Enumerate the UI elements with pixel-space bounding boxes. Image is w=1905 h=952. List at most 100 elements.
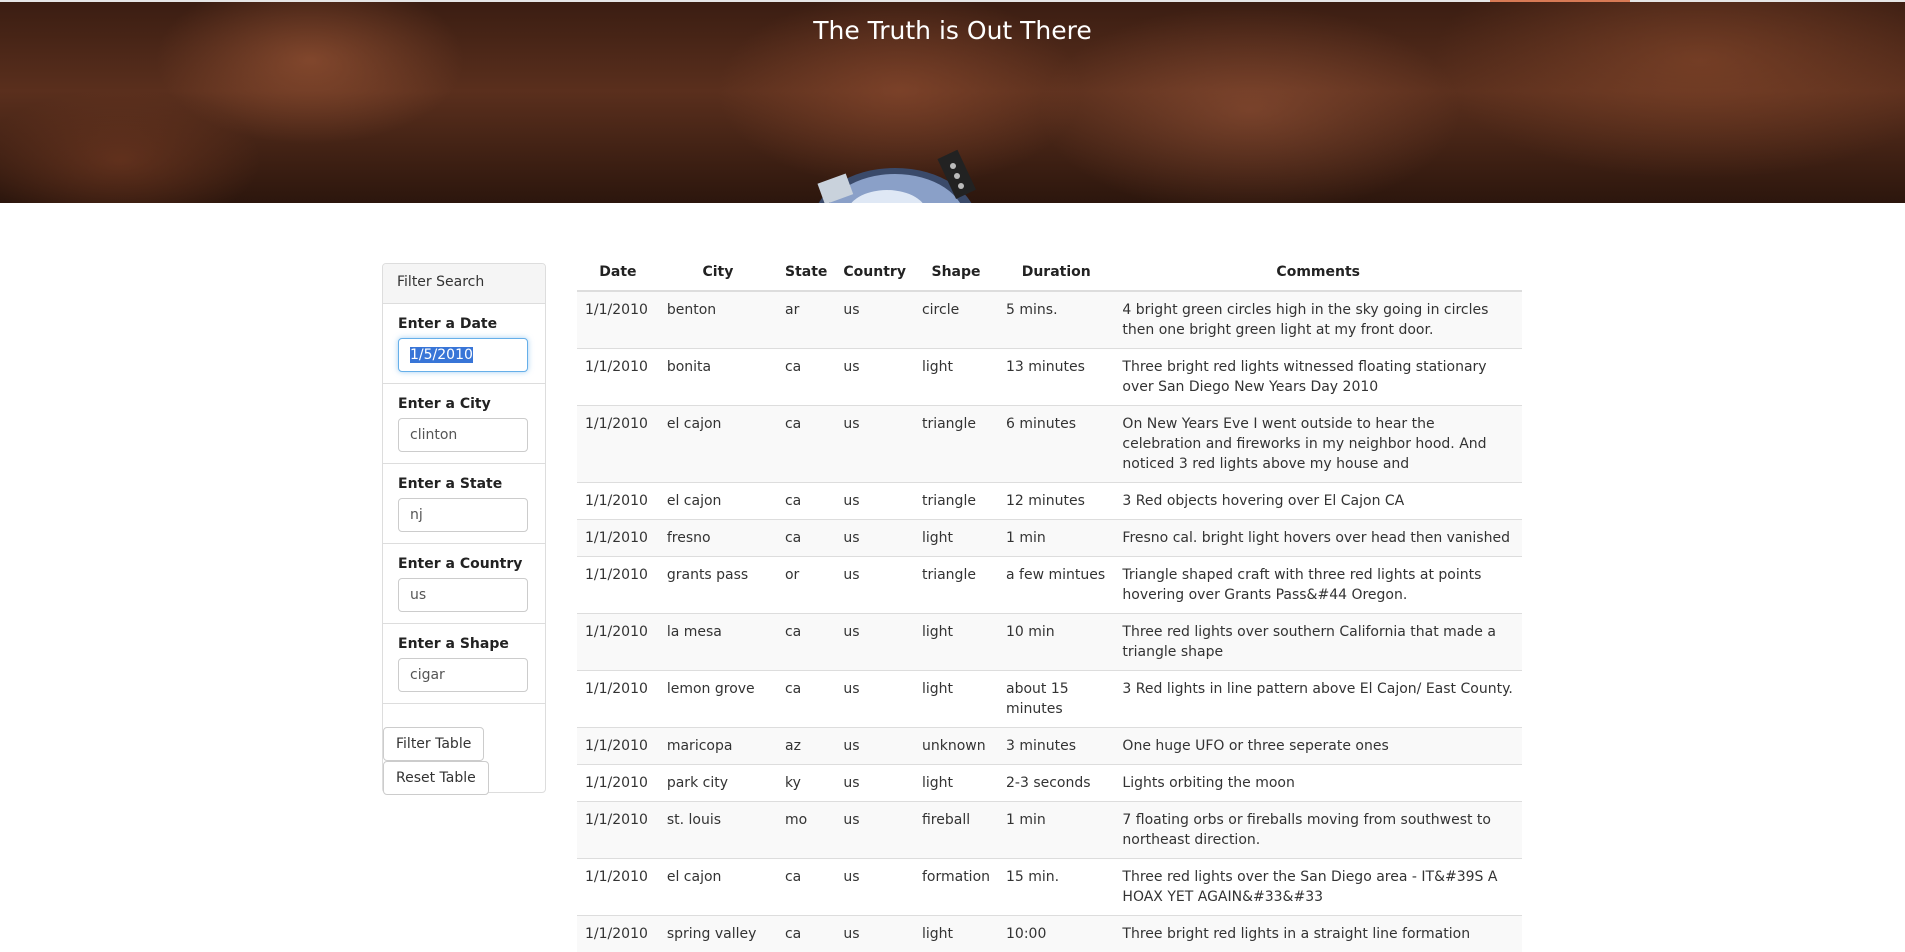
date-label: Enter a Date bbox=[398, 316, 530, 332]
filter-group-shape: Enter a Shape cigar bbox=[383, 624, 545, 704]
table-row: 1/1/2010el cajoncaustriangle12 minutes3 … bbox=[577, 483, 1522, 520]
cell-duration: 10 min bbox=[998, 614, 1114, 671]
cell-shape: light bbox=[914, 520, 998, 557]
cell-date: 1/1/2010 bbox=[577, 483, 659, 520]
cell-comments: Three red lights over the San Diego area… bbox=[1114, 859, 1522, 916]
cell-comments: 3 Red objects hovering over El Cajon CA bbox=[1114, 483, 1522, 520]
cell-city: benton bbox=[659, 291, 777, 349]
cell-duration: a few mintues bbox=[998, 557, 1114, 614]
cell-city: park city bbox=[659, 765, 777, 802]
table-row: 1/1/2010fresnocauslight1 minFresno cal. … bbox=[577, 520, 1522, 557]
cell-state: or bbox=[777, 557, 835, 614]
cell-duration: 2-3 seconds bbox=[998, 765, 1114, 802]
cell-city: fresno bbox=[659, 520, 777, 557]
country-input-placeholder: us bbox=[410, 585, 516, 605]
filter-panel-heading: Filter Search bbox=[383, 264, 545, 304]
cell-date: 1/1/2010 bbox=[577, 291, 659, 349]
cell-date: 1/1/2010 bbox=[577, 406, 659, 483]
cell-state: ca bbox=[777, 614, 835, 671]
date-input-value: 1/5/2010 bbox=[410, 347, 473, 363]
cell-date: 1/1/2010 bbox=[577, 765, 659, 802]
cell-country: us bbox=[835, 520, 914, 557]
cell-date: 1/1/2010 bbox=[577, 802, 659, 859]
cell-city: st. louis bbox=[659, 802, 777, 859]
cell-state: ca bbox=[777, 859, 835, 916]
cell-comments: One huge UFO or three seperate ones bbox=[1114, 728, 1522, 765]
table-row: 1/1/2010bentonaruscircle5 mins.4 bright … bbox=[577, 291, 1522, 349]
ufo-table: Date City State Country Shape Duration C… bbox=[577, 262, 1522, 952]
country-input[interactable]: us bbox=[398, 578, 528, 612]
cell-comments: 3 Red lights in line pattern above El Ca… bbox=[1114, 671, 1522, 728]
cell-country: us bbox=[835, 916, 914, 952]
city-input-placeholder: clinton bbox=[410, 425, 516, 445]
cell-country: us bbox=[835, 728, 914, 765]
cell-duration: 13 minutes bbox=[998, 349, 1114, 406]
column-header-duration: Duration bbox=[998, 262, 1114, 291]
cell-comments: On New Years Eve I went outside to hear … bbox=[1114, 406, 1522, 483]
cell-comments: Three bright red lights in a straight li… bbox=[1114, 916, 1522, 952]
cell-date: 1/1/2010 bbox=[577, 728, 659, 765]
cell-comments: 7 floating orbs or fireballs moving from… bbox=[1114, 802, 1522, 859]
cell-shape: light bbox=[914, 349, 998, 406]
cell-state: ca bbox=[777, 520, 835, 557]
filter-panel: Filter Search Enter a Date 1/5/2010 Ente… bbox=[382, 263, 546, 793]
cell-date: 1/1/2010 bbox=[577, 614, 659, 671]
cell-city: la mesa bbox=[659, 614, 777, 671]
cell-state: ca bbox=[777, 406, 835, 483]
ufo-table-container: Date City State Country Shape Duration C… bbox=[577, 262, 1522, 952]
cell-duration: 5 mins. bbox=[998, 291, 1114, 349]
cell-shape: triangle bbox=[914, 406, 998, 483]
cell-duration: 15 min. bbox=[998, 859, 1114, 916]
cell-city: bonita bbox=[659, 349, 777, 406]
cell-shape: circle bbox=[914, 291, 998, 349]
cell-state: ca bbox=[777, 671, 835, 728]
cell-shape: light bbox=[914, 916, 998, 952]
country-label: Enter a Country bbox=[398, 556, 530, 572]
table-body: 1/1/2010bentonaruscircle5 mins.4 bright … bbox=[577, 291, 1522, 952]
shape-input[interactable]: cigar bbox=[398, 658, 528, 692]
filter-table-button[interactable]: Filter Table bbox=[383, 727, 484, 761]
cell-country: us bbox=[835, 614, 914, 671]
cell-comments: Fresno cal. bright light hovers over hea… bbox=[1114, 520, 1522, 557]
table-row: 1/1/2010st. louismousfireball1 min7 floa… bbox=[577, 802, 1522, 859]
shape-input-placeholder: cigar bbox=[410, 665, 516, 685]
cell-comments: Three red lights over southern Californi… bbox=[1114, 614, 1522, 671]
table-row: 1/1/2010el cajoncaustriangle6 minutesOn … bbox=[577, 406, 1522, 483]
cell-date: 1/1/2010 bbox=[577, 916, 659, 952]
page-title: The Truth is Out There bbox=[0, 16, 1905, 45]
cell-comments: Lights orbiting the moon bbox=[1114, 765, 1522, 802]
cell-shape: formation bbox=[914, 859, 998, 916]
filter-group-city: Enter a City clinton bbox=[383, 384, 545, 464]
cell-shape: unknown bbox=[914, 728, 998, 765]
column-header-date: Date bbox=[577, 262, 659, 291]
city-input[interactable]: clinton bbox=[398, 418, 528, 452]
cell-state: ca bbox=[777, 349, 835, 406]
cell-comments: Three bright red lights witnessed floati… bbox=[1114, 349, 1522, 406]
cell-duration: 6 minutes bbox=[998, 406, 1114, 483]
table-row: 1/1/2010el cajoncausformation15 min.Thre… bbox=[577, 859, 1522, 916]
column-header-city: City bbox=[659, 262, 777, 291]
column-header-shape: Shape bbox=[914, 262, 998, 291]
column-header-state: State bbox=[777, 262, 835, 291]
cell-duration: 3 minutes bbox=[998, 728, 1114, 765]
cell-city: el cajon bbox=[659, 406, 777, 483]
cell-shape: light bbox=[914, 765, 998, 802]
reset-table-button[interactable]: Reset Table bbox=[383, 761, 489, 795]
cell-city: spring valley bbox=[659, 916, 777, 952]
table-row: 1/1/2010lemon grovecauslightabout 15 min… bbox=[577, 671, 1522, 728]
cell-city: lemon grove bbox=[659, 671, 777, 728]
cell-duration: 10:00 bbox=[998, 916, 1114, 952]
state-input[interactable]: nj bbox=[398, 498, 528, 532]
cell-state: az bbox=[777, 728, 835, 765]
cell-country: us bbox=[835, 406, 914, 483]
cell-shape: fireball bbox=[914, 802, 998, 859]
cell-comments: 4 bright green circles high in the sky g… bbox=[1114, 291, 1522, 349]
cell-shape: triangle bbox=[914, 483, 998, 520]
cell-date: 1/1/2010 bbox=[577, 671, 659, 728]
filter-group-state: Enter a State nj bbox=[383, 464, 545, 544]
date-input[interactable]: 1/5/2010 bbox=[398, 338, 528, 372]
cell-country: us bbox=[835, 859, 914, 916]
cell-date: 1/1/2010 bbox=[577, 349, 659, 406]
cell-date: 1/1/2010 bbox=[577, 557, 659, 614]
table-row: 1/1/2010spring valleycauslight10:00Three… bbox=[577, 916, 1522, 952]
